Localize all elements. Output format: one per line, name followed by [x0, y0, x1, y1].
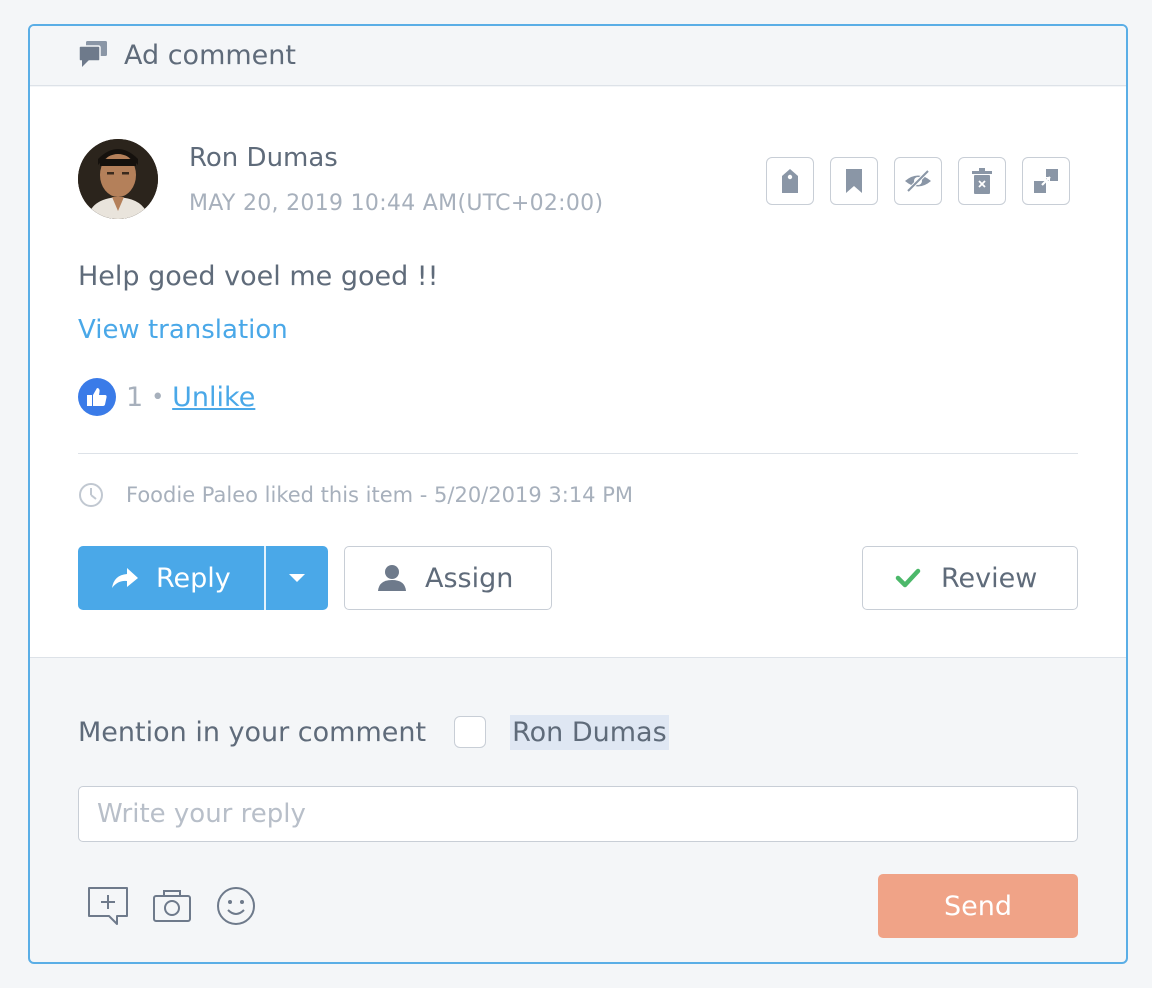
like-badge — [78, 378, 116, 416]
like-count: 1 — [126, 381, 144, 413]
hide-icon — [905, 170, 931, 192]
bookmark-button[interactable] — [830, 157, 878, 205]
clock-icon — [79, 483, 103, 507]
mention-checkbox[interactable] — [454, 716, 487, 748]
add-note-button[interactable] — [86, 884, 130, 928]
reply-label: Reply — [156, 562, 231, 594]
assign-button[interactable]: Assign — [344, 546, 552, 610]
composer-tools — [86, 884, 258, 928]
share-arrow-icon — [112, 568, 138, 588]
view-translation-link[interactable]: View translation — [78, 315, 288, 345]
activity-text: Foodie Paleo liked this item - 5/20/2019… — [126, 483, 633, 507]
mention-name[interactable]: Ron Dumas — [510, 714, 669, 750]
camera-button[interactable] — [150, 884, 194, 928]
hide-button[interactable] — [894, 157, 942, 205]
send-button[interactable]: Send — [878, 874, 1078, 938]
assign-label: Assign — [425, 562, 514, 594]
tag-button[interactable] — [766, 157, 814, 205]
activity-row: Foodie Paleo liked this item - 5/20/2019… — [78, 482, 633, 508]
comment-actions — [766, 157, 1070, 205]
reply-split-divider — [264, 546, 266, 610]
bookmark-icon — [846, 169, 862, 193]
comments-icon — [78, 41, 107, 67]
unlike-link[interactable]: Unlike — [172, 382, 255, 413]
caret-down-icon — [289, 574, 305, 582]
avatar-photo — [78, 139, 158, 219]
divider — [78, 453, 1078, 454]
comment-text: Help goed voel me goed !! — [78, 261, 439, 292]
delete-icon — [972, 168, 992, 194]
mention-row: Mention in your comment Ron Dumas — [78, 710, 669, 754]
reply-button[interactable]: Reply — [78, 546, 264, 610]
thumbs-up-icon — [87, 388, 107, 406]
review-button[interactable]: Review — [862, 546, 1078, 610]
emoji-button[interactable] — [214, 884, 258, 928]
ad-comment-panel: Ad comment Ron Dumas MAY 20, 2019 10:44 … — [28, 24, 1128, 964]
add-note-icon — [88, 887, 128, 925]
comment-timestamp: MAY 20, 2019 10:44 AM(UTC+02:00) — [189, 191, 604, 216]
emoji-icon — [217, 887, 255, 925]
like-separator: • — [151, 384, 165, 410]
review-label: Review — [941, 562, 1038, 594]
panel-header: Ad comment — [30, 26, 1126, 86]
tag-icon — [782, 169, 798, 193]
author-name[interactable]: Ron Dumas — [189, 143, 338, 173]
mention-label: Mention in your comment — [78, 716, 427, 748]
reply-button-group: Reply — [78, 546, 328, 610]
open-external-button[interactable] — [1022, 157, 1070, 205]
panel-title: Ad comment — [124, 40, 296, 71]
user-icon — [378, 565, 406, 591]
checkmark-icon — [895, 568, 921, 588]
likes-row: 1 • Unlike — [78, 377, 255, 417]
camera-icon — [153, 890, 191, 922]
comment-card: Ron Dumas MAY 20, 2019 10:44 AM(UTC+02:0… — [30, 87, 1126, 658]
reply-dropdown-toggle[interactable] — [266, 546, 328, 610]
avatar[interactable] — [78, 139, 158, 219]
open-external-icon — [1034, 169, 1058, 193]
delete-button[interactable] — [958, 157, 1006, 205]
reply-input[interactable] — [78, 786, 1078, 842]
